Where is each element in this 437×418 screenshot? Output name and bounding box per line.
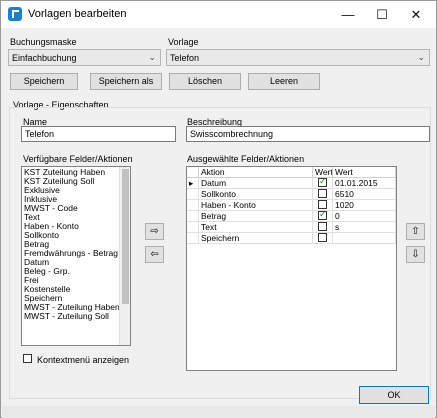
table-cell-wert[interactable]: 0 (333, 211, 396, 222)
table-cell-aktion[interactable]: Datum (199, 178, 313, 189)
list-item[interactable]: KST Zuteilung Haben (22, 168, 119, 177)
beschreibung-input[interactable]: Swisscombrechnung (186, 126, 430, 142)
title-bar[interactable]: Vorlagen bearbeiten — ☐ ✕ (1, 1, 436, 28)
remove-field-button[interactable]: ⇦ (145, 246, 164, 263)
chevron-down-icon: ⌄ (417, 52, 425, 62)
list-item[interactable]: MWST - Zuteilung Haben (22, 303, 119, 312)
dialog-window: Vorlagen bearbeiten — ☐ ✕ Buchungsmaske … (0, 0, 437, 418)
selected-grid[interactable]: Aktion Wert... Wert ▸Datum 01.01.2015 Soll… (186, 166, 397, 371)
wert-checkbox[interactable] (318, 178, 327, 187)
list-item[interactable]: Beleg - Grp. (22, 267, 119, 276)
table-cell-wert-check (313, 222, 333, 233)
vorlage-label: Vorlage (168, 37, 199, 47)
available-label: Verfügbare Felder/Aktionen (23, 154, 133, 164)
move-down-button[interactable]: ⇩ (406, 246, 425, 263)
wert-checkbox[interactable] (318, 211, 327, 220)
table-cell-wert-check (313, 211, 333, 222)
buchungsmaske-label: Buchungsmaske (10, 37, 77, 47)
table-cell-wert-check (313, 233, 333, 244)
available-scrollbar[interactable] (119, 167, 130, 345)
row-selector[interactable] (187, 189, 199, 200)
table-cell-wert[interactable] (333, 233, 396, 244)
table-cell-wert[interactable]: 6510 (333, 189, 396, 200)
list-item[interactable]: Exklusive (22, 186, 119, 195)
table-cell-aktion[interactable]: Sollkonto (199, 189, 313, 200)
row-selector[interactable] (187, 222, 199, 233)
buchungsmaske-value: Einfachbuchung (12, 53, 77, 63)
close-button[interactable]: ✕ (399, 1, 433, 28)
list-item[interactable]: Datum (22, 258, 119, 267)
add-field-button[interactable]: ⇨ (145, 223, 164, 240)
table-cell-aktion[interactable]: Text (199, 222, 313, 233)
list-item[interactable]: Frei (22, 276, 119, 285)
available-listbox[interactable]: KST Zuteilung Haben KST Zuteilung Soll Exk… (21, 166, 131, 346)
list-item[interactable]: Betrag (22, 240, 119, 249)
buchungsmaske-select[interactable]: Einfachbuchung ⌄ (8, 49, 161, 66)
list-item[interactable]: Inklusive (22, 195, 119, 204)
col-header-wert[interactable]: Wert (333, 167, 396, 178)
table-cell-wert-check (313, 200, 333, 211)
leeren-button[interactable]: Leeren (248, 73, 320, 90)
row-selector-header (187, 167, 199, 178)
list-item[interactable]: MWST - Zuteilung Soll (22, 312, 119, 321)
table-cell-wert-check (313, 178, 333, 189)
list-item[interactable]: Haben - Konto (22, 222, 119, 231)
status-bar (2, 406, 435, 418)
move-up-button[interactable]: ⇧ (406, 223, 425, 240)
list-item[interactable]: Kostenstelle (22, 285, 119, 294)
selected-label: Ausgewählte Felder/Aktionen (187, 154, 305, 164)
speichern-als-button[interactable]: Speichern als (90, 73, 162, 90)
list-item[interactable]: Fremdwährungs - Betrag (22, 249, 119, 258)
row-selector[interactable] (187, 211, 199, 222)
list-item[interactable]: Text (22, 213, 119, 222)
speichern-button[interactable]: Speichern (10, 73, 78, 90)
table-cell-aktion[interactable]: Betrag (199, 211, 313, 222)
context-menu-checkbox[interactable] (23, 354, 32, 363)
table-cell-wert-check (313, 189, 333, 200)
list-item[interactable]: Sollkonto (22, 231, 119, 240)
minimize-button[interactable]: — (331, 1, 365, 28)
app-icon (8, 7, 22, 21)
name-input[interactable]: Telefon (21, 126, 176, 142)
list-item[interactable]: KST Zuteilung Soll (22, 177, 119, 186)
row-selector[interactable] (187, 200, 199, 211)
table-cell-aktion[interactable]: Haben - Konto (199, 200, 313, 211)
wert-checkbox[interactable] (318, 233, 327, 242)
row-selector[interactable]: ▸ (187, 178, 199, 189)
table-cell-wert[interactable]: 01.01.2015 (333, 178, 396, 189)
chevron-down-icon: ⌄ (148, 52, 156, 62)
table-cell-wert[interactable]: 1020 (333, 200, 396, 211)
ok-button[interactable]: OK (359, 386, 429, 404)
wert-checkbox[interactable] (318, 222, 327, 231)
list-item[interactable]: Speichern (22, 294, 119, 303)
col-header-aktion[interactable]: Aktion (199, 167, 313, 178)
vorlage-value: Telefon (170, 53, 200, 63)
col-header-wert-check[interactable]: Wert... (313, 167, 333, 178)
table-cell-wert[interactable]: s (333, 222, 396, 233)
wert-checkbox[interactable] (318, 200, 327, 209)
loeschen-button[interactable]: Löschen (169, 73, 241, 90)
vorlage-select[interactable]: Telefon ⌄ (166, 49, 430, 66)
list-item[interactable]: MWST - Code (22, 204, 119, 213)
scrollbar-thumb[interactable] (122, 169, 129, 304)
window-title: Vorlagen bearbeiten (28, 8, 127, 20)
context-menu-label: Kontextmenü anzeigen (37, 355, 130, 365)
table-cell-aktion[interactable]: Speichern (199, 233, 313, 244)
maximize-button[interactable]: ☐ (365, 1, 399, 28)
wert-checkbox[interactable] (318, 189, 327, 198)
row-selector[interactable] (187, 233, 199, 244)
